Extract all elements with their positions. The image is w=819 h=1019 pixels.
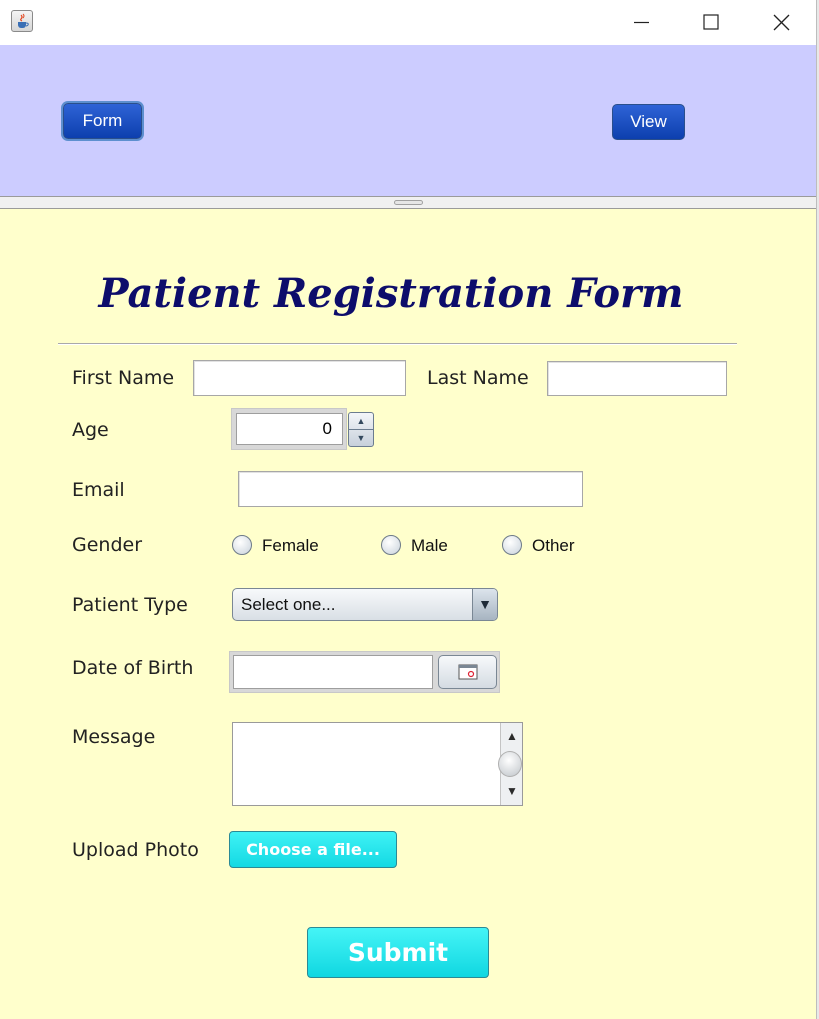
registration-form-panel: Patient Registration Form First Name Las… bbox=[0, 209, 816, 1019]
patient-type-label: Patient Type bbox=[72, 594, 188, 616]
scroll-thumb[interactable] bbox=[498, 751, 522, 777]
spinner-down-icon[interactable]: ▼ bbox=[349, 430, 373, 446]
spinner-up-icon[interactable]: ▲ bbox=[349, 413, 373, 430]
gender-other-label[interactable]: Other bbox=[532, 536, 575, 556]
maximize-icon bbox=[703, 14, 719, 30]
view-button[interactable]: View bbox=[612, 104, 685, 140]
close-icon bbox=[773, 14, 790, 31]
dob-label: Date of Birth bbox=[72, 657, 194, 679]
scroll-up-icon[interactable]: ▲ bbox=[503, 728, 521, 744]
close-button[interactable] bbox=[758, 0, 804, 45]
patient-type-dropdown[interactable]: Select one... ▼ bbox=[232, 588, 498, 621]
scroll-down-icon[interactable]: ▼ bbox=[503, 783, 521, 799]
message-scrollbar[interactable]: ▲ ▼ bbox=[498, 723, 522, 805]
upload-photo-label: Upload Photo bbox=[72, 839, 199, 861]
gender-female-label[interactable]: Female bbox=[262, 536, 319, 556]
chevron-down-icon[interactable]: ▼ bbox=[472, 589, 497, 620]
last-name-field[interactable] bbox=[547, 361, 727, 396]
gender-male-radio[interactable] bbox=[381, 535, 401, 555]
age-label: Age bbox=[72, 419, 109, 441]
maximize-button[interactable] bbox=[688, 0, 734, 45]
patient-type-selected: Select one... bbox=[241, 595, 336, 614]
message-label: Message bbox=[72, 726, 156, 748]
email-field[interactable] bbox=[238, 471, 583, 507]
java-cup-icon[interactable] bbox=[11, 10, 33, 32]
minimize-button[interactable] bbox=[619, 0, 665, 45]
submit-button[interactable]: Submit bbox=[307, 927, 489, 978]
message-text[interactable] bbox=[237, 727, 496, 801]
gender-female-radio[interactable] bbox=[232, 535, 252, 555]
gender-other-radio[interactable] bbox=[502, 535, 522, 555]
title-separator bbox=[58, 343, 737, 345]
form-title: Patient Registration Form bbox=[98, 270, 684, 317]
minimize-icon bbox=[634, 21, 649, 24]
age-input[interactable]: 0 bbox=[236, 413, 343, 445]
email-label: Email bbox=[72, 479, 125, 501]
first-name-label: First Name bbox=[72, 367, 175, 389]
gender-label: Gender bbox=[72, 534, 143, 556]
calendar-button[interactable] bbox=[438, 655, 497, 689]
divider-grip[interactable] bbox=[394, 200, 423, 205]
choose-file-button[interactable]: Choose a file... bbox=[229, 831, 397, 868]
last-name-label: Last Name bbox=[427, 367, 529, 389]
age-spinner-buttons: ▲ ▼ bbox=[348, 412, 374, 447]
dob-field[interactable] bbox=[233, 655, 433, 689]
top-nav-panel: Form View bbox=[0, 45, 816, 196]
message-textarea[interactable]: ▲ ▼ bbox=[232, 722, 523, 806]
window-title-bar bbox=[0, 0, 819, 45]
dob-date-picker bbox=[229, 651, 500, 693]
split-pane-divider[interactable] bbox=[0, 196, 816, 209]
form-button[interactable]: Form bbox=[63, 103, 142, 139]
first-name-field[interactable] bbox=[193, 360, 406, 396]
calendar-icon bbox=[458, 664, 478, 680]
age-spinner: 0 bbox=[231, 408, 347, 450]
gender-male-label[interactable]: Male bbox=[411, 536, 448, 556]
